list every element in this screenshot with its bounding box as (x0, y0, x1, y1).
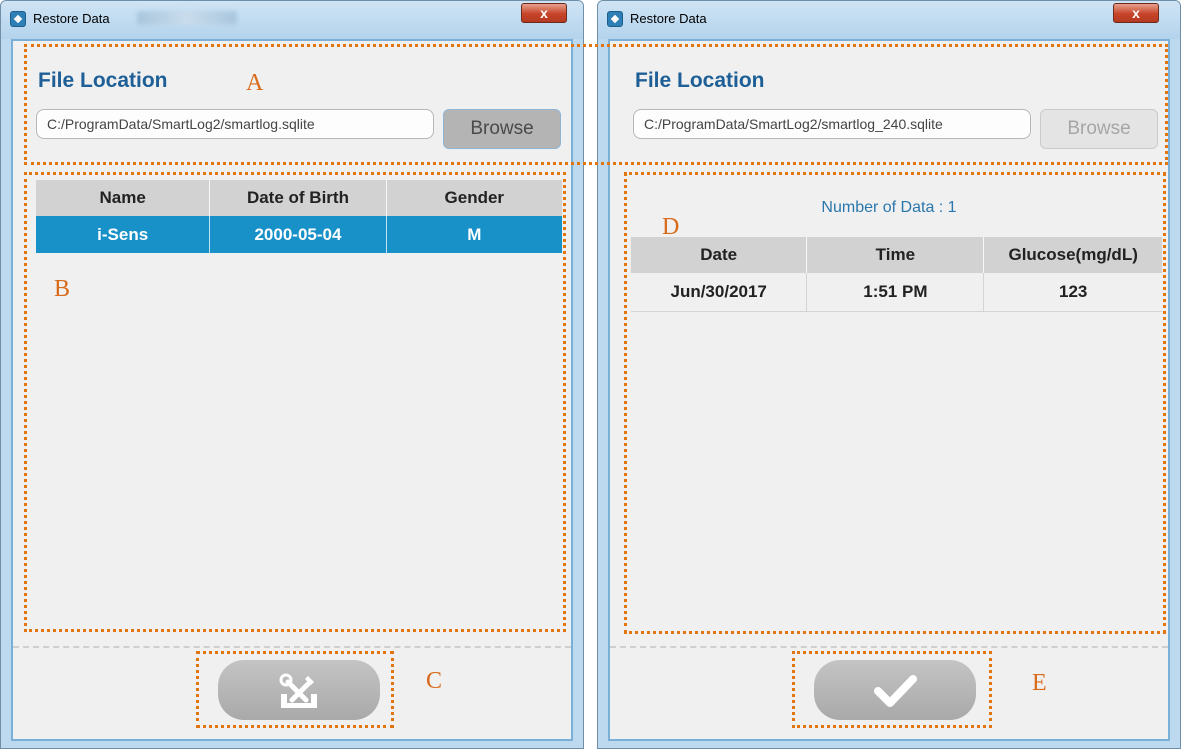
annotation-label-a: A (246, 70, 264, 96)
annotation-box-e (792, 651, 992, 728)
title-bar[interactable]: Restore Data x (598, 1, 1180, 39)
annotation-label-e: E (1032, 670, 1047, 696)
annotation-box-a (24, 44, 1168, 165)
app-icon (607, 11, 623, 27)
close-button[interactable]: x (1113, 3, 1159, 23)
annotation-box-d (624, 172, 1166, 634)
annotation-box-b (24, 172, 566, 632)
annotation-label-d: D (662, 214, 680, 240)
window-title: Restore Data (33, 11, 110, 26)
annotation-box-c (196, 651, 394, 728)
title-bar[interactable]: Restore Data x (1, 1, 583, 39)
annotation-label-b: B (54, 276, 71, 302)
annotation-label-c: C (426, 668, 443, 694)
footer-divider (610, 646, 1168, 648)
blurred-title-suffix (137, 11, 237, 25)
app-icon (10, 11, 26, 27)
footer-divider (13, 646, 571, 648)
close-button[interactable]: x (521, 3, 567, 23)
window-title: Restore Data (630, 11, 707, 26)
